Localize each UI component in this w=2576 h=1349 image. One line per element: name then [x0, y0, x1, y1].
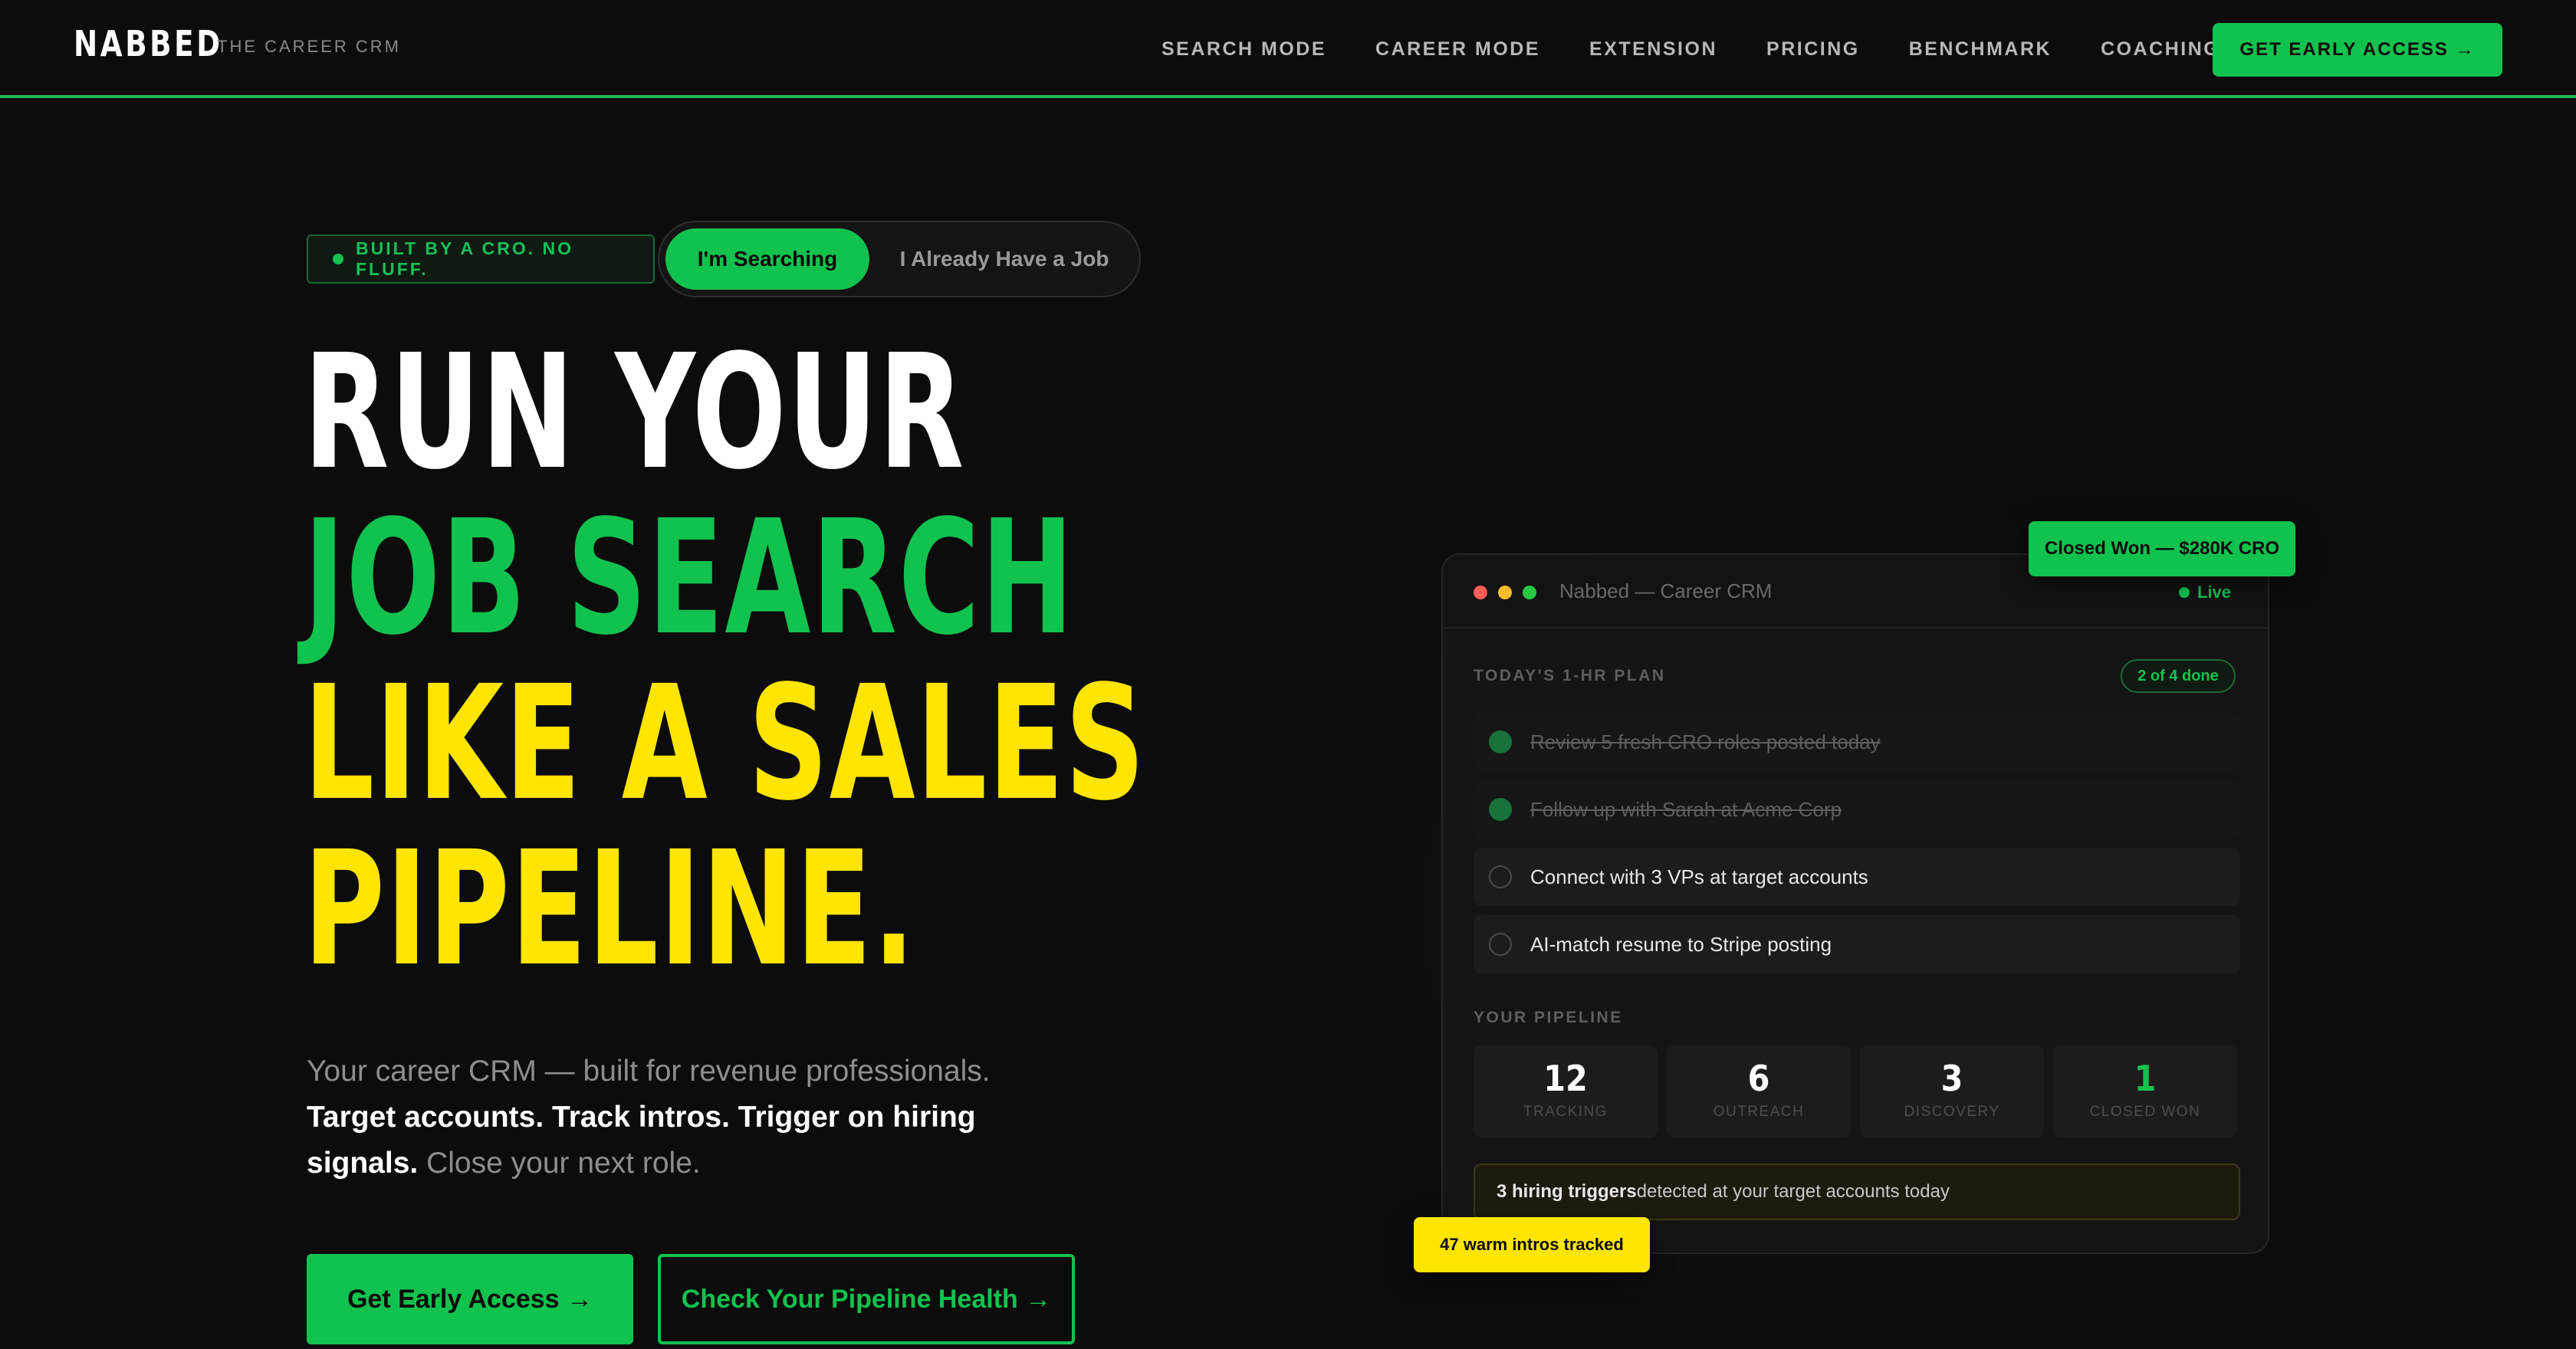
task-item[interactable]: Review 5 fresh CRO roles posted today [1474, 713, 2240, 771]
pipeline-health-button[interactable]: Check Your Pipeline Health → [658, 1254, 1075, 1344]
hero-subheadline: Your career CRM — built for revenue prof… [307, 1049, 1073, 1187]
task-item[interactable]: AI-match resume to Stripe posting [1474, 915, 2240, 973]
task-item[interactable]: Connect with 3 VPs at target accounts [1474, 848, 2240, 906]
stat-label: OUTREACH [1713, 1104, 1805, 1120]
task-unchecked-icon[interactable] [1489, 865, 1512, 888]
plan-label: TODAY'S 1-HR PLAN [1474, 667, 1666, 684]
toggle-have-job[interactable]: I Already Have a Job [889, 228, 1119, 290]
task-unchecked-icon[interactable] [1489, 933, 1512, 956]
nav-link-search-mode[interactable]: SEARCH MODE [1162, 38, 1326, 61]
trigger-text: detected at your target accounts today [1636, 1181, 1950, 1202]
task-checked-icon[interactable] [1489, 798, 1512, 821]
badge-label: BUILT BY A CRO. NO FLUFF. [356, 238, 573, 279]
nav-link-extension[interactable]: EXTENSION [1589, 38, 1717, 61]
cro-badge: BUILT BY A CRO. NO FLUFF. [307, 235, 655, 284]
warm-intros-toast: 47 warm intros tracked [1414, 1217, 1650, 1272]
sub-outro: Close your next role. [426, 1147, 701, 1180]
closed-won-toast: Closed Won — $280K CRO [2029, 521, 2295, 576]
stat-value: 1 [2134, 1058, 2157, 1099]
card-title: Nabbed — Career CRM [1559, 579, 1773, 602]
trigger-count: 3 hiring triggers [1497, 1181, 1637, 1202]
logo-tagline: THE CAREER CRM [217, 37, 402, 56]
hero-headline: RUN YOUR JOB SEARCH LIKE A SALES PIPELIN… [304, 330, 1146, 992]
top-nav: NABBED THE CAREER CRM SEARCH MODE CAREER… [0, 0, 2576, 98]
task-checked-icon[interactable] [1489, 730, 1512, 753]
plan-progress-badge: 2 of 4 done [2121, 659, 2236, 693]
nav-link-career-mode[interactable]: CAREER MODE [1375, 38, 1540, 61]
stat-label: TRACKING [1523, 1104, 1608, 1120]
stat-value: 12 [1543, 1058, 1588, 1099]
nav-early-access-button[interactable]: GET EARLY ACCESS → [2213, 23, 2502, 77]
toggle-searching[interactable]: I'm Searching [665, 228, 869, 290]
live-indicator: Live [2179, 583, 2231, 602]
live-dot-icon [2179, 587, 2190, 598]
pipeline-stat-discovery[interactable]: 3 DISCOVERY [1860, 1045, 2044, 1137]
headline-line-3: LIKE A SALES [304, 652, 1146, 835]
task-text: Connect with 3 VPs at target accounts [1530, 865, 1868, 888]
window-minimize-icon [1498, 586, 1512, 599]
mode-toggle: I'm Searching I Already Have a Job [658, 221, 1141, 297]
hiring-trigger-alert[interactable]: 3 hiring triggers detected at your targe… [1474, 1164, 2240, 1220]
pipeline-stat-outreach[interactable]: 6 OUTREACH [1667, 1045, 1851, 1137]
pipeline-stat-tracking[interactable]: 12 TRACKING [1474, 1045, 1658, 1137]
crm-preview-card: Nabbed — Career CRM Live TODAY'S 1-HR PL… [1441, 553, 2269, 1254]
stat-label: DISCOVERY [1904, 1104, 2000, 1120]
pipeline-label: YOUR PIPELINE [1474, 1009, 1623, 1026]
nav-link-pricing[interactable]: PRICING [1766, 38, 1860, 61]
window-maximize-icon [1523, 586, 1536, 599]
nav-links: SEARCH MODE CAREER MODE EXTENSION PRICIN… [1162, 38, 2269, 61]
nav-link-benchmark[interactable]: BENCHMARK [1909, 38, 2052, 61]
headline-line-2: JOB SEARCH [304, 486, 1075, 670]
live-label: Live [2197, 583, 2232, 602]
sub-intro: Your career CRM — built for revenue prof… [307, 1055, 991, 1088]
window-close-icon [1474, 586, 1487, 599]
headline-line-1: RUN YOUR [304, 320, 965, 504]
pipeline-stat-closed-won[interactable]: 1 CLOSED WON [2053, 1045, 2237, 1137]
task-text: AI-match resume to Stripe posting [1530, 932, 1832, 956]
nav-link-coaching[interactable]: COACHING [2101, 38, 2220, 61]
stat-label: CLOSED WON [2089, 1104, 2201, 1120]
badge-dot-icon [333, 254, 343, 264]
stat-value: 3 [1940, 1058, 1963, 1099]
stat-value: 6 [1747, 1058, 1770, 1099]
logo[interactable]: NABBED [74, 23, 223, 64]
headline-line-4: PIPELINE. [304, 817, 916, 1001]
task-text: Review 5 fresh CRO roles posted today [1530, 730, 1881, 753]
task-item[interactable]: Follow up with Sarah at Acme Corp [1474, 780, 2240, 839]
task-text: Follow up with Sarah at Acme Corp [1530, 797, 1842, 821]
early-access-button[interactable]: Get Early Access → [307, 1254, 633, 1344]
